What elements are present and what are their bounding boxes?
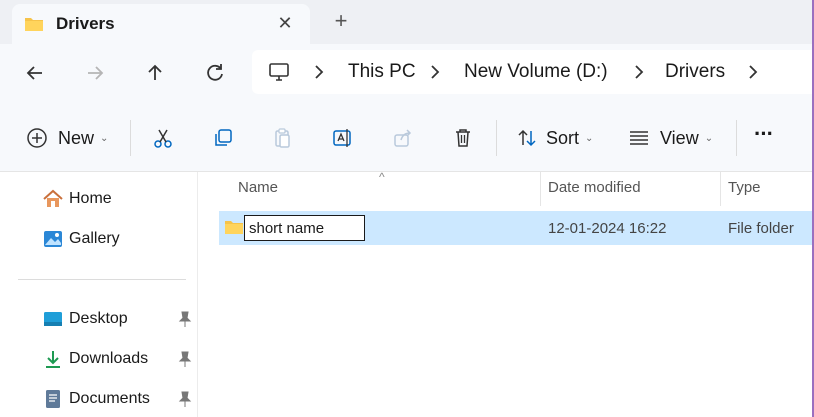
sidebar-item-home[interactable]: Home <box>42 186 112 212</box>
tab-title: Drivers <box>56 14 115 33</box>
toolbar-divider <box>496 120 497 156</box>
forward-button[interactable] <box>82 60 108 86</box>
chevron-down-icon: ⌄ <box>704 132 714 144</box>
breadcrumb-new-volume[interactable]: New Volume (D:) <box>464 61 608 83</box>
arrow-up-icon <box>148 64 162 80</box>
documents-icon <box>46 390 60 408</box>
monitor-icon <box>269 63 289 81</box>
clipboard-icon <box>275 128 290 148</box>
copy-button[interactable] <box>212 124 234 152</box>
sort-icon <box>518 129 536 147</box>
toolbar-divider <box>736 120 737 156</box>
chevron-right-icon[interactable] <box>746 63 760 81</box>
row-type: File folder <box>728 220 794 237</box>
address-bar[interactable]: This PC New Volume (D:) Drivers <box>252 50 812 94</box>
scissors-icon <box>154 129 172 148</box>
tab-strip: Drivers ✕ + <box>0 0 812 44</box>
row-date-modified: 12-01-2024 16:22 <box>548 220 667 237</box>
plus-circle-icon <box>27 128 47 148</box>
file-list: ^ Name Date modified Type 12-01-2024 16:… <box>199 170 812 417</box>
sort-ascending-indicator: ^ <box>379 170 385 184</box>
column-resize-handle[interactable] <box>540 172 541 206</box>
tab-drivers[interactable]: Drivers ✕ <box>12 4 310 44</box>
sort-label: Sort <box>546 127 580 148</box>
see-more-button[interactable]: ··· <box>754 120 774 148</box>
back-button[interactable] <box>22 60 48 86</box>
chevron-right-icon <box>315 65 324 79</box>
cut-button[interactable] <box>152 124 174 152</box>
sidebar-item-label: Home <box>69 190 112 207</box>
sidebar-item-label: Desktop <box>69 310 128 327</box>
column-header-name[interactable]: Name <box>238 179 278 196</box>
sidebar-item-downloads[interactable]: Downloads <box>42 346 148 372</box>
refresh-button[interactable] <box>202 60 228 86</box>
breadcrumb-this-pc[interactable]: This PC <box>348 61 416 83</box>
share-button[interactable] <box>392 124 414 152</box>
sidebar-item-label: Downloads <box>69 350 149 367</box>
share-icon <box>394 129 412 147</box>
paste-button[interactable] <box>272 124 294 152</box>
view-label: View <box>660 127 699 148</box>
pin-icon[interactable] <box>176 350 194 368</box>
chevron-down-icon: ⌄ <box>100 132 109 144</box>
new-button[interactable]: New ⌄ <box>26 124 108 152</box>
chevron-right-icon <box>431 65 440 79</box>
close-tab-icon[interactable]: ✕ <box>274 12 296 34</box>
chevron-right-icon <box>635 65 644 79</box>
new-label: New <box>58 127 95 148</box>
arrow-right-icon <box>88 66 104 80</box>
command-bar: New ⌄ Sort ⌄ View ⌄ ··· <box>0 102 812 172</box>
delete-button[interactable] <box>452 124 474 152</box>
folder-icon <box>25 18 43 31</box>
sidebar-item-desktop[interactable]: Desktop <box>42 306 128 332</box>
rename-input[interactable] <box>244 215 365 241</box>
sidebar-divider <box>18 279 186 280</box>
up-button[interactable] <box>142 60 168 86</box>
column-header-date-modified[interactable]: Date modified <box>548 179 641 196</box>
rename-button[interactable] <box>332 124 354 152</box>
gallery-icon <box>44 231 62 247</box>
desktop-icon <box>44 312 62 326</box>
downloads-icon <box>46 351 60 368</box>
home-icon <box>43 189 63 207</box>
navigation-pane: Home Gallery Desktop Downloads Documents <box>0 172 198 417</box>
column-resize-handle[interactable] <box>720 172 721 206</box>
sidebar-item-label: Documents <box>69 390 150 407</box>
more-icon: ··· <box>754 121 774 146</box>
toolbar-divider <box>130 120 131 156</box>
view-button[interactable]: View ⌄ <box>628 124 713 152</box>
pin-icon[interactable] <box>176 390 194 408</box>
table-row[interactable]: 12-01-2024 16:22 File folder <box>219 211 812 245</box>
rename-icon <box>333 129 351 147</box>
refresh-icon <box>207 64 223 81</box>
breadcrumb-drivers[interactable]: Drivers <box>665 61 725 83</box>
column-header-type[interactable]: Type <box>728 179 761 196</box>
sidebar-item-gallery[interactable]: Gallery <box>42 226 120 252</box>
folder-icon <box>225 221 243 234</box>
sidebar-item-documents[interactable]: Documents <box>42 386 150 412</box>
sidebar-item-label: Gallery <box>69 230 120 247</box>
new-tab-button[interactable]: + <box>330 10 352 32</box>
sort-button[interactable]: Sort ⌄ <box>516 124 593 152</box>
arrow-left-icon <box>26 66 42 80</box>
chevron-down-icon: ⌄ <box>585 132 594 144</box>
pin-icon[interactable] <box>176 310 194 328</box>
trash-icon <box>456 129 470 147</box>
copy-icon <box>215 129 232 146</box>
list-view-icon <box>630 131 648 145</box>
address-row: This PC New Volume (D:) Drivers <box>0 44 812 102</box>
